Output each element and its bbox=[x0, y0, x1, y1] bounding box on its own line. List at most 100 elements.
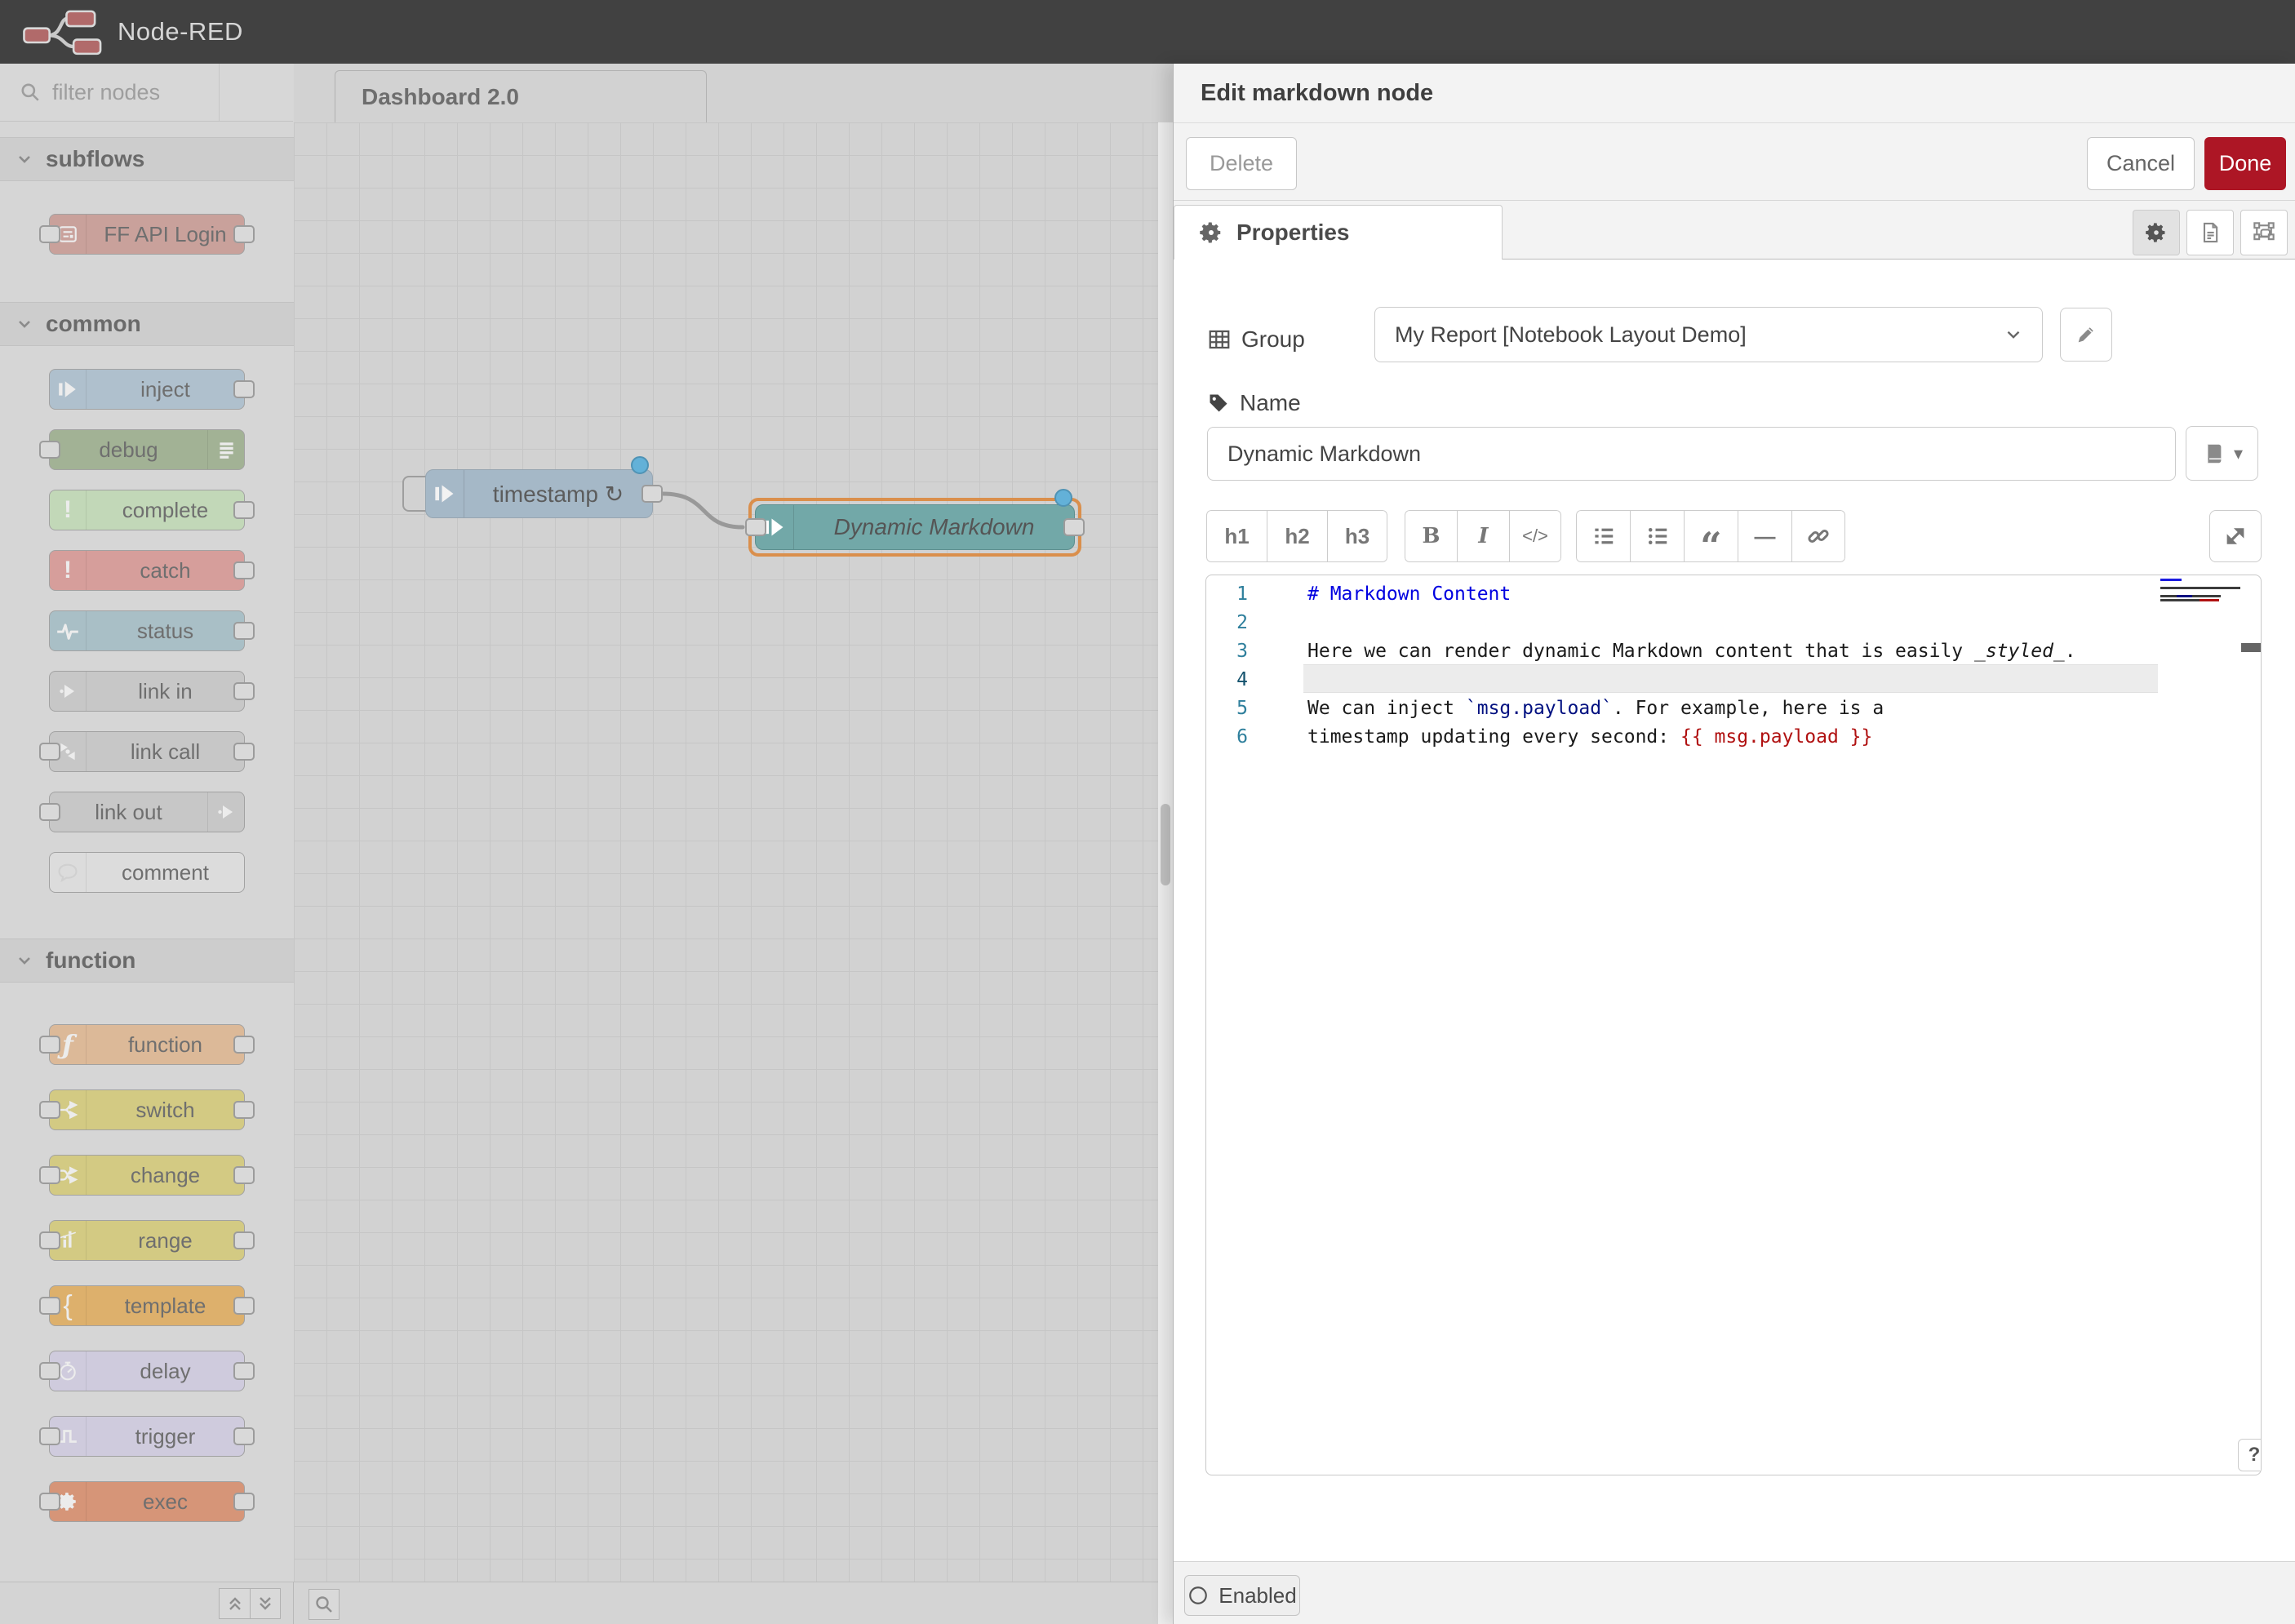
output-port[interactable] bbox=[233, 561, 255, 579]
wire-layer bbox=[294, 122, 1158, 1582]
done-button[interactable]: Done bbox=[2204, 137, 2286, 190]
palette-node-comment[interactable]: comment bbox=[49, 852, 245, 893]
chain-link-icon[interactable] bbox=[1791, 510, 1845, 562]
palette-node-delay[interactable]: delay bbox=[49, 1351, 245, 1391]
palette-node-change[interactable]: change bbox=[49, 1155, 245, 1196]
palette-node-complete[interactable]: !complete bbox=[49, 490, 245, 530]
name-type-button[interactable]: ▾ bbox=[2186, 426, 2258, 481]
wire-timestamp-to-markdown[interactable] bbox=[663, 494, 743, 527]
gear-icon bbox=[1199, 220, 1223, 245]
collapse-all-button[interactable] bbox=[219, 1588, 250, 1619]
output-port[interactable] bbox=[233, 743, 255, 761]
output-port[interactable] bbox=[233, 1297, 255, 1315]
output-port[interactable] bbox=[233, 1036, 255, 1054]
chevron-down-icon bbox=[15, 149, 34, 169]
minimap[interactable] bbox=[2160, 579, 2239, 611]
palette-node-link-in[interactable]: link in bbox=[49, 671, 245, 712]
toolbar-button-i[interactable]: I bbox=[1457, 510, 1509, 562]
input-port[interactable] bbox=[39, 1036, 60, 1054]
palette-node-function[interactable]: ƒfunction bbox=[49, 1024, 245, 1065]
node-dynamic-markdown[interactable]: Dynamic Markdown bbox=[755, 504, 1075, 550]
appearance-tab-button[interactable] bbox=[2240, 210, 2288, 255]
input-port[interactable] bbox=[39, 1101, 60, 1119]
tab-properties[interactable]: Properties bbox=[1174, 205, 1503, 260]
expand-editor-button[interactable] bbox=[2209, 510, 2262, 562]
output-port[interactable] bbox=[233, 1493, 255, 1511]
palette-node-catch[interactable]: !catch bbox=[49, 550, 245, 591]
canvas-scrollbar-thumb[interactable] bbox=[1161, 804, 1170, 885]
palette-node-range[interactable]: range bbox=[49, 1220, 245, 1261]
output-port[interactable] bbox=[233, 380, 255, 398]
group-select[interactable]: My Report [Notebook Layout Demo] bbox=[1374, 307, 2043, 362]
palette-node-switch[interactable]: switch bbox=[49, 1089, 245, 1130]
inject-icon bbox=[50, 370, 87, 409]
input-port[interactable] bbox=[39, 1297, 60, 1315]
output-port[interactable] bbox=[233, 1101, 255, 1119]
output-port[interactable] bbox=[233, 1166, 255, 1184]
app-header: Node-RED bbox=[0, 0, 2295, 64]
palette-section-common[interactable]: common bbox=[0, 302, 294, 346]
node-timestamp[interactable]: timestamp ↻ bbox=[425, 469, 653, 518]
tab-properties-label: Properties bbox=[1236, 220, 1350, 246]
ordered-list-icon[interactable] bbox=[1576, 510, 1630, 562]
palette-node-FF-API-Login[interactable]: FF API Login bbox=[49, 214, 245, 255]
unordered-list-icon[interactable] bbox=[1630, 510, 1684, 562]
input-port[interactable] bbox=[39, 1427, 60, 1445]
palette-section-function[interactable]: function bbox=[0, 938, 294, 983]
markdown-code-editor[interactable]: 1# Markdown Content23Here we can render … bbox=[1205, 575, 2262, 1475]
toolbar-button-[interactable]: </> bbox=[1509, 510, 1561, 562]
expand-all-button[interactable] bbox=[250, 1588, 281, 1619]
output-port[interactable] bbox=[233, 1231, 255, 1249]
node-red-logo-icon bbox=[21, 8, 106, 55]
palette-node-debug[interactable]: debug bbox=[49, 429, 245, 470]
palette-filter[interactable]: filter nodes bbox=[0, 64, 293, 122]
palette-node-template[interactable]: {template bbox=[49, 1285, 245, 1326]
cancel-button[interactable]: Cancel bbox=[2087, 137, 2195, 190]
output-port[interactable] bbox=[233, 682, 255, 700]
pencil-icon bbox=[2075, 323, 2097, 346]
palette-node-exec[interactable]: exec bbox=[49, 1481, 245, 1522]
palette-node-link-call[interactable]: link call bbox=[49, 731, 245, 772]
input-port[interactable] bbox=[39, 1166, 60, 1184]
editor-line-4: 4 bbox=[1206, 666, 2261, 694]
input-port[interactable] bbox=[39, 441, 60, 459]
flow-canvas[interactable] bbox=[294, 122, 1158, 1582]
hr-icon[interactable]: — bbox=[1738, 510, 1791, 562]
edit-group-button[interactable] bbox=[2060, 308, 2112, 362]
quote-icon[interactable]: “ bbox=[1684, 510, 1738, 562]
circle-icon bbox=[1187, 1585, 1209, 1606]
editor-help-button[interactable]: ? bbox=[2238, 1439, 2262, 1471]
delete-button[interactable]: Delete bbox=[1186, 137, 1297, 190]
input-port[interactable] bbox=[39, 1493, 60, 1511]
palette-node-link-out[interactable]: link out bbox=[49, 792, 245, 832]
palette-node-inject[interactable]: inject bbox=[49, 369, 245, 410]
name-input[interactable]: Dynamic Markdown bbox=[1207, 427, 2176, 481]
palette-node-trigger[interactable]: trigger bbox=[49, 1416, 245, 1457]
canvas-footer bbox=[294, 1582, 1158, 1624]
input-port[interactable] bbox=[39, 803, 60, 821]
output-port[interactable] bbox=[233, 225, 255, 243]
input-port[interactable] bbox=[39, 225, 60, 243]
output-port[interactable] bbox=[233, 622, 255, 640]
input-port[interactable] bbox=[39, 1362, 60, 1380]
input-port[interactable] bbox=[39, 1231, 60, 1249]
description-tab-button[interactable] bbox=[2186, 210, 2234, 255]
toolbar-button-h3[interactable]: h3 bbox=[1327, 510, 1387, 562]
output-port[interactable] bbox=[233, 1362, 255, 1380]
tab-dashboard-2-0[interactable]: Dashboard 2.0 bbox=[335, 70, 707, 122]
workspace-tab-bar: Dashboard 2.0 bbox=[294, 64, 1173, 123]
input-port[interactable] bbox=[39, 743, 60, 761]
toolbar-button-h2[interactable]: h2 bbox=[1267, 510, 1327, 562]
output-port[interactable] bbox=[641, 485, 663, 503]
properties-tab-button[interactable] bbox=[2133, 210, 2180, 255]
output-port[interactable] bbox=[233, 501, 255, 519]
palette-node-status[interactable]: status bbox=[49, 610, 245, 651]
output-port[interactable] bbox=[1063, 518, 1085, 536]
zoom-search-button[interactable] bbox=[309, 1589, 340, 1620]
output-port[interactable] bbox=[233, 1427, 255, 1445]
input-port[interactable] bbox=[745, 518, 766, 536]
toolbar-button-b[interactable]: B bbox=[1405, 510, 1457, 562]
palette-section-subflows[interactable]: subflows bbox=[0, 137, 294, 181]
toolbar-button-h1[interactable]: h1 bbox=[1206, 510, 1267, 562]
enabled-toggle-button[interactable]: Enabled bbox=[1184, 1575, 1300, 1616]
